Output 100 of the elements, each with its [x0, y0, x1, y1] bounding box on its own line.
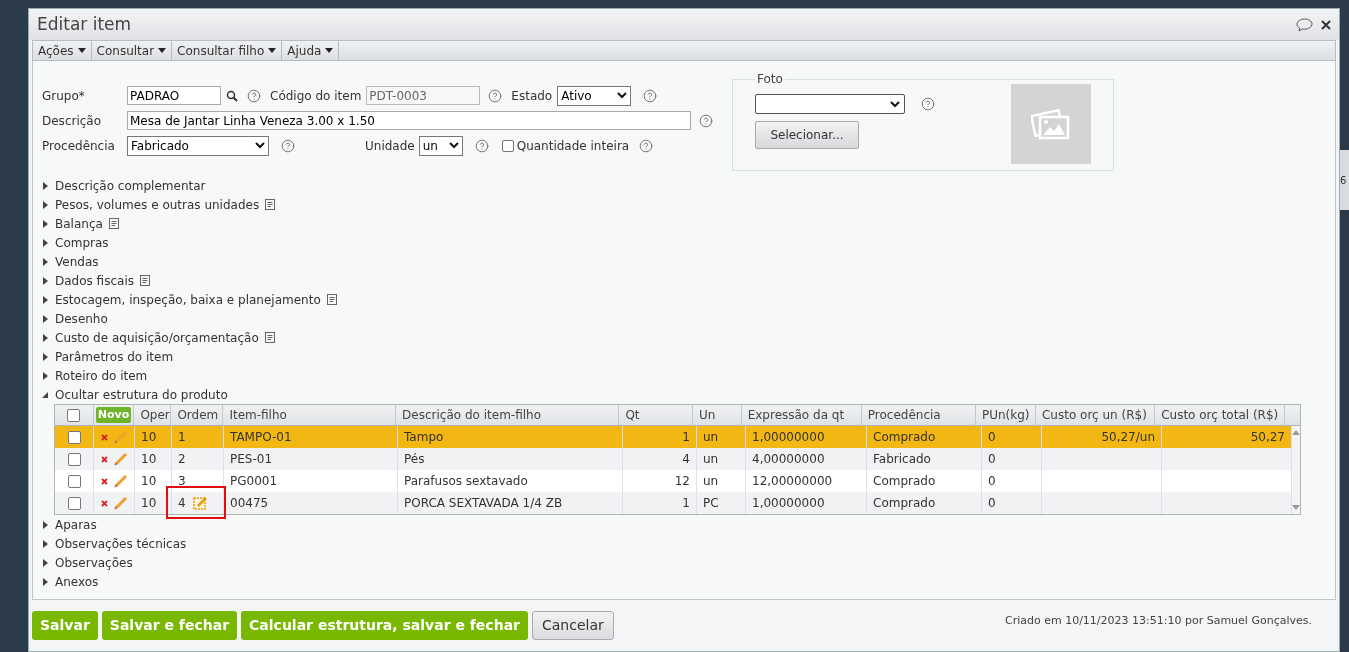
delete-icon[interactable]	[100, 499, 108, 507]
checkbox[interactable]	[501, 139, 514, 152]
note-icon[interactable]	[264, 332, 275, 343]
input-field[interactable]: PDT-0003	[366, 86, 481, 105]
help-icon[interactable]	[639, 138, 654, 153]
table-cell-text: 10	[141, 495, 157, 512]
row-checkbox[interactable]	[67, 452, 81, 466]
select-photo-button[interactable]: Selecionar...	[755, 121, 859, 149]
scroll-down-icon[interactable]	[1292, 505, 1300, 510]
section-toggle[interactable]: Roteiro do item	[42, 366, 148, 385]
delete-icon[interactable]	[100, 433, 108, 441]
menu-button[interactable]: Consultar filho	[172, 41, 283, 60]
column-header[interactable]: Custo orç total (R$)	[1161, 406, 1279, 424]
collapsed-arrow-icon[interactable]	[42, 295, 49, 304]
expanded-arrow-icon[interactable]	[42, 390, 49, 399]
column-header[interactable]: Qt	[625, 406, 640, 424]
row-checkbox[interactable]	[67, 496, 81, 510]
collapsed-arrow-icon[interactable]	[42, 276, 49, 285]
column-header[interactable]: Un	[698, 406, 716, 424]
table-row[interactable]: 10 1 TAMPO-01 Tampo 1 un 1,00000000 Comprado 0 50,27/un 50,27	[55, 426, 1292, 448]
input-field[interactable]: PADRAO	[127, 86, 221, 105]
collapsed-arrow-icon[interactable]	[42, 257, 49, 266]
select-all-checkbox[interactable]	[67, 408, 81, 422]
column-header[interactable]: PUn(kg)	[982, 406, 1030, 424]
collapsed-arrow-icon[interactable]	[42, 314, 49, 323]
help-icon[interactable]	[247, 88, 261, 103]
column-header[interactable]: Expressão da qt	[747, 406, 845, 424]
section-toggle[interactable]: Desenho	[42, 309, 108, 328]
field-label: Descrição	[42, 112, 103, 130]
collapsed-arrow-icon[interactable]	[42, 219, 49, 228]
menu-button[interactable]: Consultar	[91, 41, 173, 60]
collapsed-arrow-icon[interactable]	[42, 238, 49, 247]
table-cell-text: 12,00000000	[752, 473, 833, 490]
table-cell-text: 3	[178, 473, 186, 490]
note-icon[interactable]	[108, 218, 119, 229]
column-header[interactable]: Custo orç un (R$)	[1042, 406, 1147, 424]
column-header[interactable]: Item-filho	[229, 406, 287, 424]
input-field[interactable]: Mesa de Jantar Linha Veneza 3.00 x 1.50	[127, 111, 691, 130]
collapsed-arrow-icon[interactable]	[42, 200, 49, 209]
menu-button[interactable]: Ajuda	[282, 41, 340, 60]
help-icon[interactable]	[699, 113, 713, 128]
table-cell-text: 4,00000000	[752, 451, 825, 468]
section-toggle[interactable]: Vendas	[42, 252, 99, 271]
chat-bubble-icon[interactable]	[1296, 17, 1313, 32]
note-icon[interactable]	[139, 275, 150, 286]
section-toggle[interactable]: Anexos	[42, 572, 99, 591]
select-field[interactable]	[755, 94, 905, 114]
section-toggle[interactable]: Pesos, volumes e outras unidades	[42, 195, 276, 214]
section-toggle[interactable]: Dados fiscais	[42, 271, 150, 290]
note-icon[interactable]	[326, 294, 337, 305]
table-row[interactable]: 10 2 PES-01 Pés 4 un 4,00000000 Fabricado 0	[55, 448, 1292, 470]
collapsed-arrow-icon[interactable]	[42, 577, 49, 586]
scrollbar[interactable]	[1292, 426, 1300, 514]
select-field[interactable]: Fabricado	[127, 135, 269, 156]
help-icon[interactable]	[643, 88, 658, 103]
menu-button[interactable]: Ações	[33, 41, 92, 60]
collapsed-arrow-icon[interactable]	[42, 371, 49, 380]
collapsed-arrow-icon[interactable]	[42, 181, 49, 190]
help-icon[interactable]	[921, 97, 935, 111]
section-toggle[interactable]: Custo de aquisição/orçamentação	[42, 328, 275, 347]
section-toggle[interactable]: Compras	[42, 233, 109, 252]
table-cell-text: Parafusos sextavado	[404, 473, 528, 490]
search-icon[interactable]	[226, 89, 238, 102]
select-field[interactable]: Ativo	[557, 85, 632, 106]
chevron-down-icon	[255, 142, 265, 149]
table-cell-text: un	[703, 451, 719, 468]
section-toggle[interactable]: Descrição complementar	[42, 176, 206, 195]
section-toggle[interactable]: Parâmetros do item	[42, 347, 174, 366]
collapsed-arrow-icon[interactable]	[42, 558, 49, 567]
column-header[interactable]: Procedência	[867, 406, 941, 424]
column-header[interactable]: Ordem	[177, 406, 219, 424]
help-icon[interactable]	[474, 138, 489, 153]
section-toggle[interactable]: Balança	[42, 214, 119, 233]
section-toggle[interactable]: Observações técnicas	[42, 534, 187, 553]
select-field[interactable]: un	[418, 135, 463, 156]
cancel-button[interactable]: Cancelar	[532, 611, 614, 640]
column-header[interactable]: Descrição do item-filho	[402, 406, 541, 424]
close-icon[interactable]	[1321, 19, 1331, 30]
collapsed-arrow-icon[interactable]	[42, 520, 49, 529]
section-toggle[interactable]: Estocagem, inspeção, baixa e planejamento	[42, 290, 337, 309]
delete-icon[interactable]	[100, 455, 108, 463]
scroll-up-icon[interactable]	[1292, 430, 1300, 435]
help-icon[interactable]	[281, 138, 295, 153]
table-cell-text: un	[703, 473, 719, 490]
section-toggle[interactable]: Observações	[42, 553, 133, 572]
section-toggle[interactable]: Aparas	[42, 515, 97, 534]
collapsed-arrow-icon[interactable]	[42, 333, 49, 342]
delete-icon[interactable]	[100, 477, 108, 485]
section-toggle[interactable]: Ocultar estrutura do produto	[42, 385, 228, 404]
help-icon[interactable]	[488, 88, 503, 103]
collapsed-arrow-icon[interactable]	[42, 539, 49, 548]
collapsed-arrow-icon[interactable]	[42, 352, 49, 361]
column-header[interactable]: Oper	[140, 406, 170, 424]
table-row[interactable]: 10 4 00475 PORCA SEXTAVADA 1/4 ZB 1 PC 1,00000000 Comprado 0	[55, 492, 1292, 514]
row-checkbox[interactable]	[67, 474, 81, 488]
table-cell-text: TAMPO-01	[230, 429, 292, 446]
caret-icon	[325, 48, 334, 53]
note-icon[interactable]	[265, 199, 276, 210]
row-checkbox[interactable]	[67, 430, 81, 444]
table-cell-text: Fabricado	[873, 451, 931, 468]
